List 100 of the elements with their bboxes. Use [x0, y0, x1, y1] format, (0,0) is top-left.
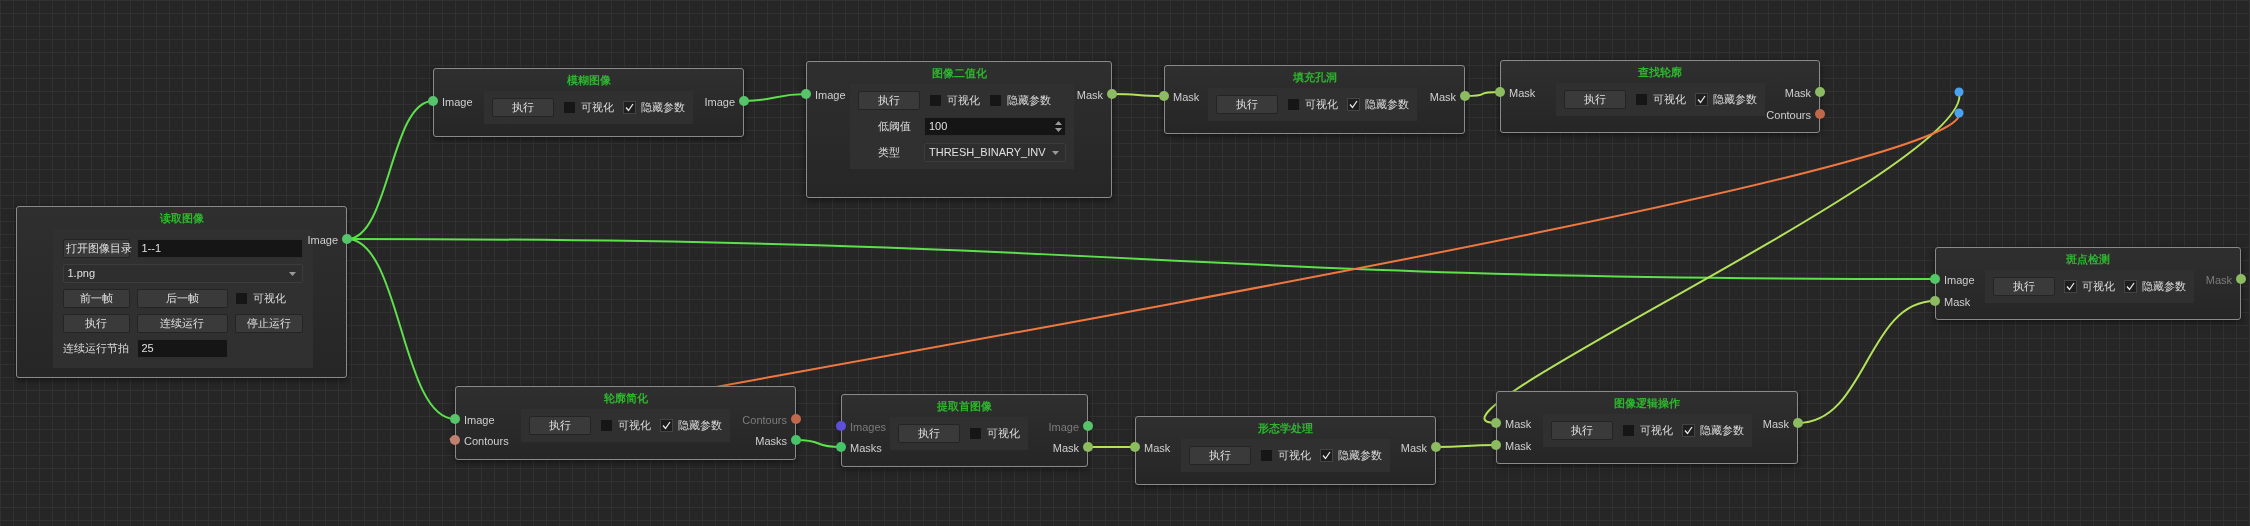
- port-label: Contours: [464, 434, 509, 448]
- port-label: Mask: [1505, 439, 1532, 453]
- node-card[interactable]: 轮廓简化 Image Contours 执行 可视化 隐藏参数 Contours Masks: [455, 386, 796, 460]
- port-label: Mask: [1076, 88, 1103, 102]
- spin-arrows-icon[interactable]: [1054, 119, 1063, 134]
- checkbox[interactable]: [1621, 424, 1635, 437]
- checkbox-label: 隐藏参数: [2142, 279, 2186, 295]
- checkbox-label: 可视化: [2082, 279, 2115, 295]
- check-icon: [1683, 426, 1693, 435]
- node-card[interactable]: 读取图像 打开图像目录 1--1 1.png 前一帧 后一帧 可视化 执行 连续运行 停止运行 连续运行节拍 25 Image: [16, 206, 347, 378]
- wire-end-dot[interactable]: [1954, 87, 1964, 97]
- node-card[interactable]: 模糊图像 Image 执行 可视化 隐藏参数 Image: [433, 68, 744, 137]
- action-button[interactable]: 执行: [62, 314, 130, 333]
- checkbox[interactable]: [1320, 449, 1333, 462]
- action-button[interactable]: 后一帧: [136, 289, 228, 308]
- checkbox[interactable]: [989, 94, 1002, 107]
- port-label: Mask: [2205, 273, 2232, 287]
- checkbox-label: 可视化: [252, 291, 286, 307]
- node-card[interactable]: 填充孔洞 Mask 执行 可视化 隐藏参数 Mask: [1164, 65, 1465, 134]
- node-title: 形态学处理: [1258, 421, 1313, 435]
- checkbox[interactable]: [1347, 98, 1360, 111]
- checkbox[interactable]: [1681, 424, 1695, 437]
- input-field[interactable]: 25: [136, 339, 228, 358]
- action-button[interactable]: 执行: [858, 91, 920, 110]
- action-button[interactable]: 连续运行: [136, 314, 228, 333]
- field-label: 连续运行节拍: [62, 341, 130, 357]
- node-title: 查找轮廓: [1638, 65, 1682, 79]
- dropdown-select[interactable]: THRESH_BINARY_INV: [924, 143, 1066, 162]
- checkbox-label: 可视化: [1305, 97, 1338, 113]
- checkbox[interactable]: [2124, 280, 2137, 293]
- node-title: 读取图像: [159, 211, 204, 225]
- checkbox[interactable]: [600, 419, 613, 432]
- node-card[interactable]: 查找轮廓 Mask 执行 可视化 隐藏参数 Mask Contours: [1500, 60, 1820, 133]
- node-card[interactable]: 形态学处理 Mask 执行 可视化 隐藏参数 Mask: [1135, 416, 1436, 485]
- port-label: Image: [307, 233, 338, 247]
- port-label: Mask: [1400, 441, 1427, 455]
- action-button[interactable]: 执行: [1550, 421, 1613, 440]
- checkbox-label: 隐藏参数: [1365, 97, 1409, 113]
- node-title: 模糊图像: [566, 73, 611, 87]
- checkbox-label: 可视化: [986, 426, 1020, 442]
- checkbox[interactable]: [929, 94, 942, 107]
- checkbox-label: 隐藏参数: [678, 418, 722, 434]
- spin-field[interactable]: 100: [924, 117, 1066, 136]
- action-button[interactable]: 前一帧: [62, 289, 130, 308]
- check-icon: [2126, 282, 2135, 291]
- node-title: 提取首图像: [937, 399, 992, 413]
- checkbox[interactable]: [1287, 98, 1300, 111]
- node-card[interactable]: 图像逻辑操作 Mask Mask 执行 可视化 隐藏参数 Mask: [1496, 391, 1798, 464]
- action-button[interactable]: 执行: [529, 416, 591, 435]
- checkbox[interactable]: [623, 101, 636, 114]
- port-label: Image: [1048, 420, 1079, 434]
- check-icon: [2066, 282, 2075, 291]
- field-label: 类型: [878, 145, 901, 161]
- checkbox-label: 隐藏参数: [1699, 423, 1744, 439]
- check-icon: [1322, 451, 1331, 460]
- port-label: Mask: [1173, 90, 1200, 104]
- checkbox-label: 可视化: [618, 418, 651, 434]
- checkbox[interactable]: [660, 419, 673, 432]
- check-icon: [1349, 100, 1358, 109]
- port-label: Mask: [1509, 86, 1536, 100]
- action-button[interactable]: 执行: [1563, 90, 1626, 109]
- wire-end-dot[interactable]: [1954, 108, 1964, 118]
- checkbox[interactable]: [1694, 93, 1708, 106]
- input-field[interactable]: 1--1: [136, 239, 303, 258]
- port-label: Mask: [1944, 295, 1971, 309]
- action-button[interactable]: 停止运行: [234, 314, 303, 333]
- action-button[interactable]: 打开图像目录: [62, 239, 130, 258]
- port-label: Mask: [1784, 86, 1811, 100]
- checkbox[interactable]: [1260, 449, 1273, 462]
- node-card[interactable]: 图像二值化 Image 执行 可视化 隐藏参数 低阈值 100 类型 THRESH_BINARY_INV Mask: [806, 61, 1112, 198]
- node-card[interactable]: 提取首图像 Images Masks 执行 可视化 Image Mask: [841, 394, 1088, 467]
- action-button[interactable]: 执行: [1189, 446, 1251, 465]
- checkbox[interactable]: [234, 292, 248, 305]
- checkbox-label: 可视化: [1639, 423, 1673, 439]
- port-label: Mask: [1052, 441, 1079, 455]
- port-label: Contours: [1766, 108, 1811, 122]
- checkbox[interactable]: [2064, 280, 2077, 293]
- checkbox[interactable]: [968, 427, 982, 440]
- port-label: Mask: [1762, 417, 1789, 431]
- checkbox-label: 可视化: [947, 93, 980, 109]
- port-label: Image: [1944, 273, 1975, 287]
- port-label: Mask: [1144, 441, 1171, 455]
- checkbox-label: 隐藏参数: [1338, 448, 1382, 464]
- port-label: Mask: [1505, 417, 1532, 431]
- node-card[interactable]: 斑点检测 Image Mask 执行 可视化 隐藏参数 Mask: [1935, 247, 2241, 320]
- action-button[interactable]: 执行: [897, 424, 960, 443]
- port-label: Image: [464, 413, 495, 427]
- checkbox-label: 可视化: [581, 100, 614, 116]
- action-button[interactable]: 执行: [1993, 277, 2055, 296]
- dropdown-select[interactable]: 1.png: [62, 264, 303, 283]
- check-icon: [1696, 95, 1706, 104]
- port-label: Images: [850, 420, 887, 434]
- action-button[interactable]: 执行: [1216, 95, 1278, 114]
- node-title: 填充孔洞: [1292, 70, 1337, 84]
- node-title: 图像二值化: [931, 66, 987, 80]
- field-label: 低阈值: [878, 119, 912, 135]
- action-button[interactable]: 执行: [492, 98, 554, 117]
- checkbox[interactable]: [563, 101, 576, 114]
- checkbox-label: 可视化: [1652, 92, 1686, 108]
- checkbox[interactable]: [1634, 93, 1648, 106]
